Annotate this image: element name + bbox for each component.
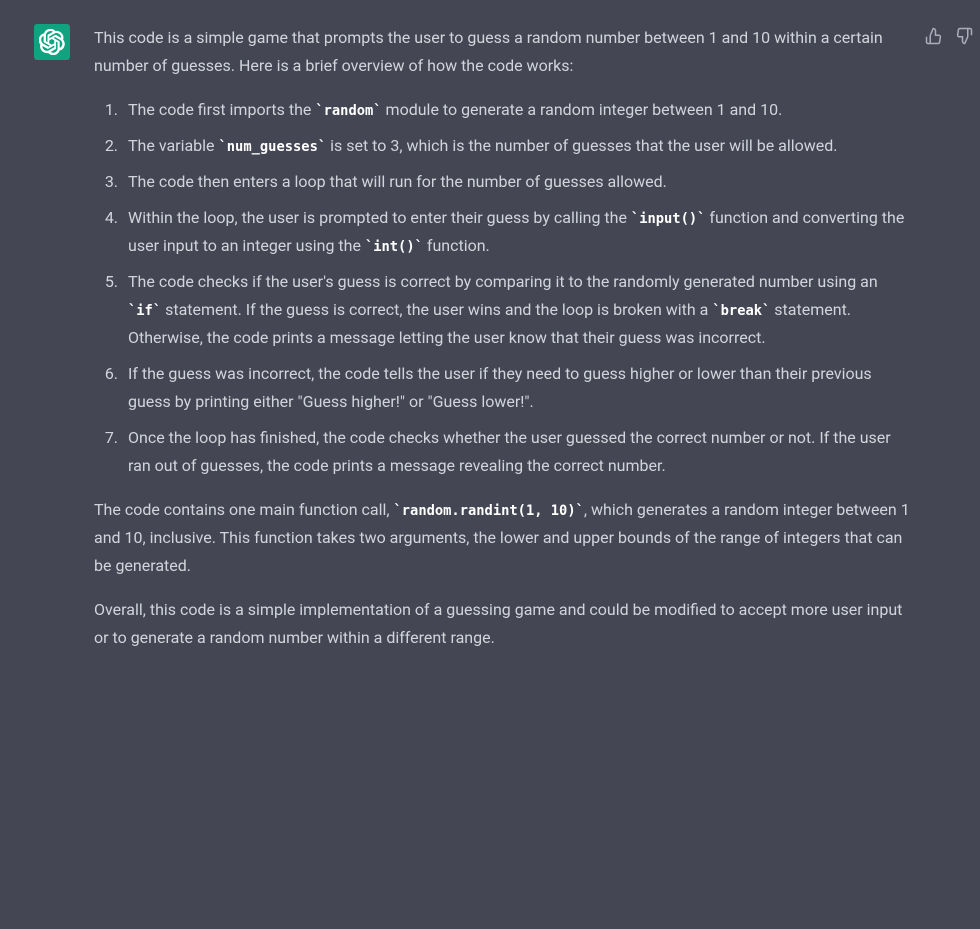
message-content: This code is a simple game that prompts … <box>94 24 914 652</box>
list-item: The code checks if the user's guess is c… <box>122 268 914 352</box>
list-item: Once the loop has finished, the code che… <box>122 424 914 480</box>
openai-icon <box>39 29 65 55</box>
inline-code: int() <box>373 239 414 255</box>
thumbs-down-icon <box>955 27 973 45</box>
steps-list: The code first imports the `random` modu… <box>94 96 914 480</box>
paragraph: Overall, this code is a simple implement… <box>94 596 914 652</box>
list-item: The code first imports the `random` modu… <box>122 96 914 124</box>
inline-code: break <box>721 303 762 319</box>
inline-code: random <box>324 103 374 119</box>
inline-code: num_guesses <box>227 139 318 155</box>
message-actions <box>924 26 974 46</box>
thumbs-up-button[interactable] <box>924 26 944 46</box>
inline-code: input() <box>639 211 697 227</box>
thumbs-up-icon <box>925 27 943 45</box>
intro-paragraph: This code is a simple game that prompts … <box>94 24 914 80</box>
assistant-message: This code is a simple game that prompts … <box>0 0 980 676</box>
list-item: The variable `num_guesses` is set to 3, … <box>122 132 914 160</box>
paragraph: The code contains one main function call… <box>94 496 914 580</box>
list-item: The code then enters a loop that will ru… <box>122 168 914 196</box>
list-item: If the guess was incorrect, the code tel… <box>122 360 914 416</box>
inline-code: if <box>136 303 153 319</box>
inline-code: random.randint(1, 10) <box>402 503 576 519</box>
assistant-avatar <box>34 24 70 60</box>
thumbs-down-button[interactable] <box>954 26 974 46</box>
list-item: Within the loop, the user is prompted to… <box>122 204 914 260</box>
